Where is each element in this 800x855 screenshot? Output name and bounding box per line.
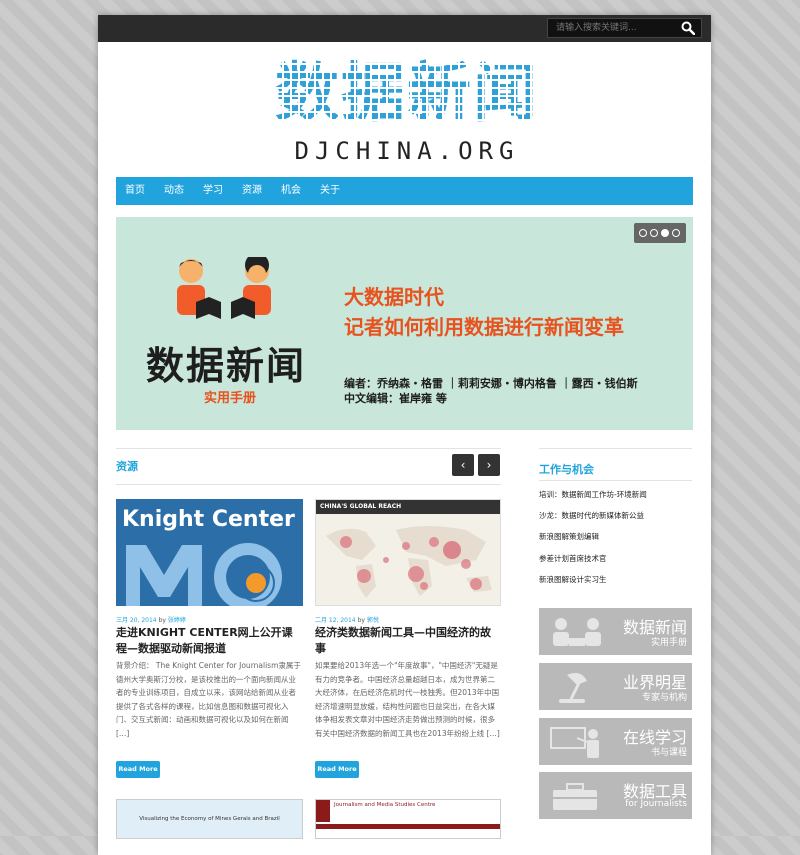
post-by: by [357,617,365,624]
post-title[interactable]: 经济类数据新闻工具—中国经济的故事 [315,625,501,657]
tile-online-learning[interactable]: 在线学习 书与课程 [539,718,692,765]
post-thumbnail[interactable]: CHINA'S GLOBAL REACH [315,499,501,606]
nav-opportunities[interactable]: 机会 [272,177,301,205]
divider [539,448,692,449]
sidebar-link[interactable]: 培训：数据新闻工作坊-环境新闻 [539,489,647,500]
post-author-link[interactable]: 郭悦 [367,617,379,624]
prev-arrow-button[interactable]: ‹ [452,454,474,476]
post-meta: 三月 20, 2014 by 张婷婷 [116,615,186,624]
post-meta: 二月 12, 2014 by 郭悦 [315,615,379,624]
banner-authors: 编者：乔纳森・格雷 ｜莉莉安娜・博内格鲁 ｜露西・钱伯斯 [344,377,638,390]
lamp-icon [559,673,587,703]
post-date: 二月 12, 2014 [315,617,356,624]
nav-news[interactable]: 动态 [155,177,184,205]
nav-learn[interactable]: 学习 [194,177,223,205]
banner-handbook-label: 实用手册 [204,391,257,406]
banner-headline-2: 记者如何利用数据进行新闻变革 [344,315,624,339]
logo-title: 数据新闻 [275,57,539,131]
divider [539,480,692,481]
nav-resources[interactable]: 资源 [233,177,262,205]
thumb-caption: CHINA'S GLOBAL REACH [320,503,402,510]
post-thumbnail[interactable]: Visualizing the Economy of Mines Gerais … [116,799,303,839]
sidebar-link[interactable]: 新浪图解策划编辑 [539,531,599,542]
post-excerpt: 如果要给2013年选一个"年度故事"，"中国经济"无疑是有力的竞争者。中国经济总… [315,661,500,738]
sidebar-link[interactable]: 新浪图解设计实习生 [539,574,607,585]
hero-banner[interactable]: 大数据时代 记者如何利用数据进行新闻变革 数据新闻 实用手册 编者：乔纳森・格雷… [116,217,693,430]
banner-translators: 中文编辑：崔岸雍 等 [344,392,447,405]
banner-book-title: 数据新闻 [146,344,307,388]
sidebar-title: 工作与机会 [539,463,594,476]
thumb-caption: Visualizing the Economy of Mines Gerais … [139,816,280,822]
divider [116,484,501,485]
post-by: by [158,617,166,624]
tile-data-journalism[interactable]: 数据新闻 实用手册 [539,608,692,655]
world-map-graphic [326,526,492,598]
post-excerpt: 背景介绍： The Knight Center for Journalism隶属… [116,661,301,738]
slider-dots [634,223,686,243]
nav-home[interactable]: 首页 [116,177,145,205]
slider-dot[interactable] [650,229,658,237]
post-thumbnail[interactable]: Knight Center [116,499,303,606]
next-arrow-button[interactable]: › [478,454,500,476]
search-input[interactable] [548,19,681,37]
teacher-icon [550,727,599,758]
tile-data-tools[interactable]: 数据工具 for Journalists [539,772,692,819]
post-thumbnail[interactable]: Journalism and Media Studies Centre [315,799,501,839]
sidebar-link[interactable]: 沙龙：数据时代的新媒体新公益 [539,510,644,521]
logo-subtitle: DJCHINA.ORG [294,137,520,165]
search-box [547,18,702,38]
top-bar [98,15,711,42]
readers-icon [553,618,601,646]
tile-subtitle: for Journalists [625,799,687,809]
tile-subtitle: 书与课程 [650,748,687,758]
resources-title[interactable]: 资源 [116,458,138,474]
post-title[interactable]: 走进KNIGHT CENTER网上公开课程—数据驱动新闻报道 [116,625,303,657]
thumb-caption: Knight Center [122,507,295,532]
mooc-logo-graphic [126,543,282,606]
slider-dot-active[interactable] [661,229,669,237]
readers-illustration [177,257,271,319]
tile-subtitle: 专家与机构 [641,693,687,703]
main-nav: 首页 动态 学习 资源 机会 关于 [116,177,693,205]
tile-industry-stars[interactable]: 业界明星 专家与机构 [539,663,692,710]
divider [116,448,501,449]
slider-dot[interactable] [639,229,647,237]
search-icon[interactable] [681,21,695,35]
site-logo[interactable]: 数据新闻 DJCHINA.ORG [268,53,546,165]
thumb-caption: Journalism and Media Studies Centre [334,802,436,808]
nav-about[interactable]: 关于 [311,177,340,205]
post-author-link[interactable]: 张婷婷 [168,617,186,624]
slider-dot[interactable] [672,229,680,237]
read-more-button[interactable]: Read More [116,761,160,778]
page-container: 数据新闻 DJCHINA.ORG 首页 动态 学习 资源 机会 关于 大数据时代 [98,15,711,855]
toolbox-icon [553,783,597,810]
post-date: 三月 20, 2014 [116,617,157,624]
banner-headline-1: 大数据时代 [344,285,444,309]
tile-subtitle: 实用手册 [650,638,687,648]
sidebar-link[interactable]: 参差计划首席技术官 [539,553,607,564]
read-more-button[interactable]: Read More [315,761,359,778]
